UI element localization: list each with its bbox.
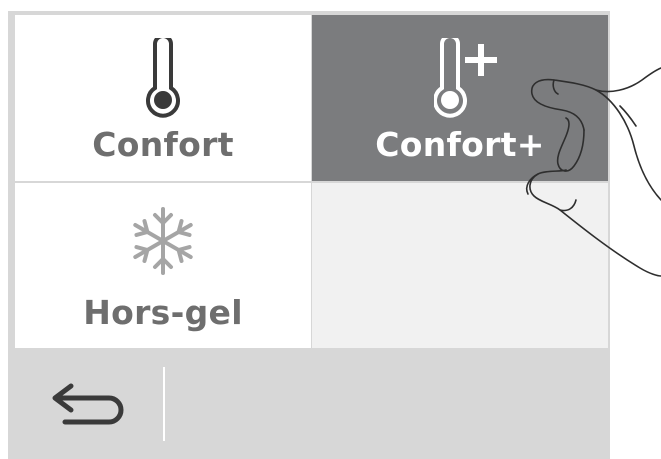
bottom-bar	[15, 349, 608, 455]
mode-label-confort: Confort	[92, 125, 234, 164]
mode-label-hors-gel: Hors-gel	[83, 293, 243, 332]
mode-tile-hors-gel[interactable]: Hors-gel	[15, 183, 311, 348]
bar-divider	[163, 367, 165, 441]
thermometer-icon	[146, 38, 180, 118]
back-arrow-icon	[52, 383, 124, 425]
empty-tile	[312, 183, 608, 348]
mode-label-confort-plus: Confort+	[375, 125, 545, 164]
thermometer-plus-icon	[434, 38, 497, 118]
snowflake-icon	[133, 207, 193, 275]
mode-tile-confort[interactable]: Confort	[15, 15, 311, 181]
mode-tile-confort-plus[interactable]: Confort+	[312, 15, 608, 181]
back-button[interactable]	[15, 349, 163, 455]
thermostat-screen: Confort Confort+ Hors-gel	[0, 0, 661, 459]
